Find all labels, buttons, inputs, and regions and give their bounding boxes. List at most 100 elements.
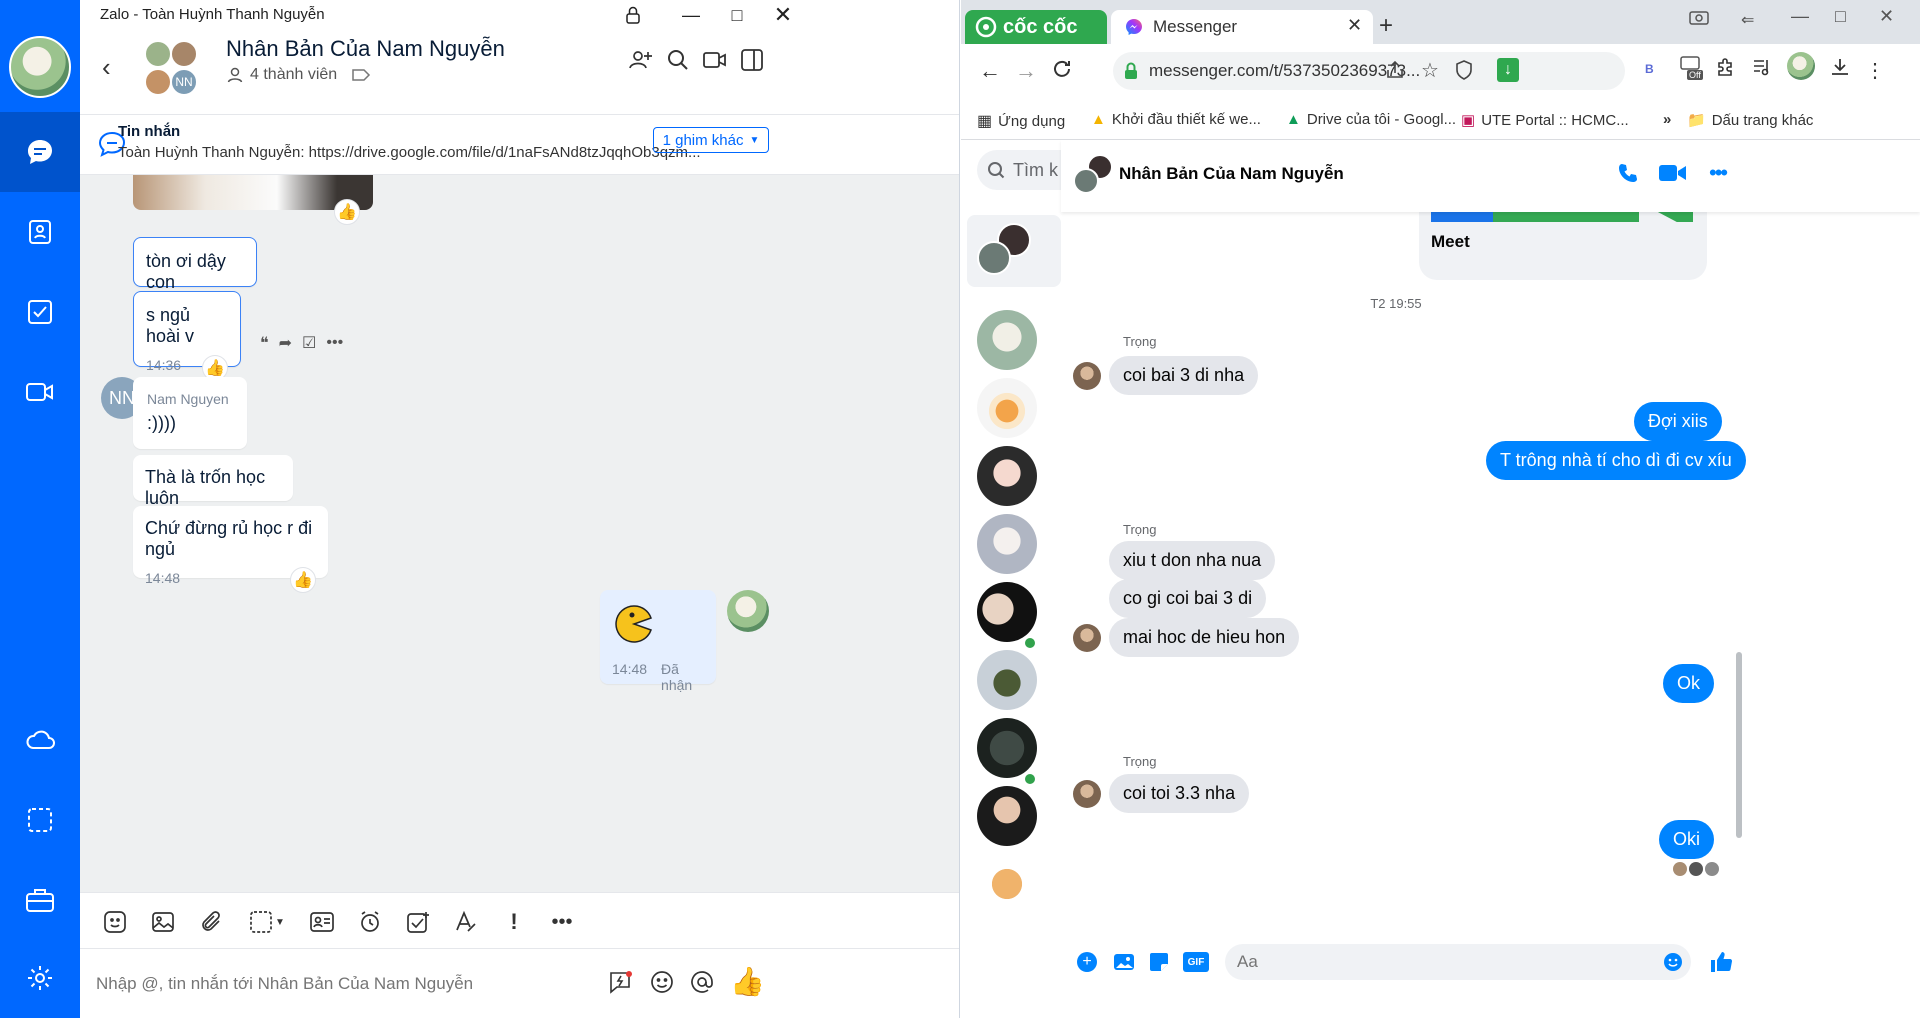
reminder-icon[interactable]: [353, 905, 387, 939]
bookmark-item[interactable]: ▲ Khởi đầu thiết kế we...: [1091, 111, 1261, 128]
bookmarks-overflow[interactable]: »: [1663, 111, 1671, 128]
message-bubble[interactable]: s ngủ hoài v 14:36: [133, 291, 241, 373]
more-icon[interactable]: •••: [326, 334, 343, 352]
conversation-item[interactable]: [977, 446, 1037, 506]
search-icon[interactable]: [666, 48, 690, 77]
close-button[interactable]: ✕: [760, 0, 806, 30]
like-icon[interactable]: 👍: [290, 567, 316, 593]
conversation-info-icon[interactable]: •••: [1709, 160, 1728, 186]
image-icon[interactable]: [146, 905, 180, 939]
screenshot-tool-icon[interactable]: ▼: [242, 905, 292, 939]
bookmark-star-icon[interactable]: ☆: [1421, 58, 1439, 83]
browser-close-button[interactable]: ✕: [1879, 6, 1894, 27]
message-bubble[interactable]: mai hoc de hieu hon: [1109, 618, 1300, 657]
sticker-icon[interactable]: [1149, 952, 1169, 977]
composer-input[interactable]: [1225, 944, 1691, 980]
new-tab-icon[interactable]: +: [1379, 12, 1393, 40]
profile-avatar[interactable]: [1787, 52, 1815, 80]
message-input[interactable]: [96, 967, 596, 1001]
back-icon[interactable]: ‹: [102, 52, 111, 83]
my-avatar[interactable]: [727, 590, 769, 632]
quick-message-icon[interactable]: [608, 969, 634, 1000]
extension-off-icon[interactable]: Off: [1679, 54, 1705, 86]
message-bubble[interactable]: Ok: [1663, 664, 1715, 703]
media-control-icon[interactable]: [1751, 56, 1773, 83]
urgent-icon[interactable]: !: [497, 905, 531, 939]
conversation-item-active[interactable]: [967, 215, 1061, 287]
maximize-button[interactable]: □: [714, 0, 760, 30]
toolbox-icon[interactable]: [0, 860, 80, 940]
sticker-message[interactable]: 14:48 Đã nhận: [600, 590, 716, 693]
conversation-item[interactable]: [977, 310, 1037, 370]
bookmark-item[interactable]: ▲ Drive của tôi - Googl...: [1286, 111, 1456, 128]
contacts-icon[interactable]: [0, 192, 80, 272]
message-bubble[interactable]: coi toi 3.3 nha: [1109, 774, 1250, 813]
message-bubble[interactable]: T trông nhà tí cho dì đi cv xíu: [1486, 441, 1746, 480]
messages-icon[interactable]: [0, 112, 80, 192]
format-text-icon[interactable]: [449, 905, 483, 939]
add-icon[interactable]: +: [1077, 952, 1097, 972]
video-call-icon[interactable]: [0, 352, 80, 432]
screen-capture-icon[interactable]: [1689, 10, 1709, 33]
sender-avatar[interactable]: [1073, 624, 1101, 652]
emoji-icon[interactable]: [649, 969, 675, 1000]
more-pins-button[interactable]: 1 ghim khác ▼: [653, 127, 769, 153]
forward-arrow-icon[interactable]: →: [1015, 58, 1037, 84]
back-tabs-icon[interactable]: ⇐: [1741, 10, 1754, 30]
emoji-icon[interactable]: [1663, 952, 1683, 977]
reload-icon[interactable]: [1051, 58, 1073, 85]
meet-card[interactable]: Meet: [1419, 212, 1707, 280]
sender-avatar[interactable]: [1073, 780, 1101, 808]
conversation-item[interactable]: [977, 786, 1037, 846]
todo-icon[interactable]: [0, 272, 80, 352]
assign-task-icon[interactable]: [401, 905, 435, 939]
conversation-item[interactable]: [977, 650, 1037, 710]
coccoc-logo[interactable]: cốc cốc: [965, 10, 1107, 44]
conversation-title[interactable]: Nhân Bản Của Nam Nguyễn: [1119, 164, 1344, 184]
like-send-icon[interactable]: [1709, 950, 1733, 979]
attachment-icon[interactable]: [194, 905, 228, 939]
lock-icon[interactable]: [610, 0, 656, 30]
user-avatar[interactable]: [9, 36, 71, 98]
download-green-icon[interactable]: ↓: [1497, 58, 1519, 82]
conversation-item[interactable]: [977, 378, 1037, 438]
member-count[interactable]: 4 thành viên: [226, 66, 371, 84]
toggle-info-icon[interactable]: [740, 48, 764, 77]
scrollbar[interactable]: [1736, 652, 1742, 838]
screenshot-icon[interactable]: [0, 780, 80, 860]
group-avatar[interactable]: [1073, 154, 1117, 198]
photo-icon[interactable]: [1113, 952, 1135, 977]
cloud-icon[interactable]: [0, 700, 80, 780]
pinned-bar[interactable]: Tin nhắn Toàn Huỳnh Thanh Nguyễn: https:…: [80, 115, 959, 175]
browser-maximize-button[interactable]: □: [1835, 6, 1846, 27]
extension-b-icon[interactable]: B: [1645, 62, 1654, 76]
sticker-icon[interactable]: [98, 905, 132, 939]
video-camera-icon[interactable]: [1659, 164, 1687, 187]
close-tab-icon[interactable]: ✕: [1347, 15, 1362, 36]
gif-icon[interactable]: GIF: [1183, 952, 1209, 972]
add-member-icon[interactable]: [628, 48, 654, 77]
phone-icon[interactable]: [1617, 162, 1639, 189]
sender-avatar[interactable]: [1073, 362, 1101, 390]
conversation-item[interactable]: [977, 582, 1037, 642]
message-bubble[interactable]: Thà là trốn học luôn: [133, 455, 293, 508]
conversation-item[interactable]: [977, 854, 1037, 914]
conversation-item[interactable]: [977, 514, 1037, 574]
message-bubble[interactable]: Đợi xiis: [1634, 402, 1722, 441]
settings-icon[interactable]: [0, 938, 80, 1018]
share-icon[interactable]: [1385, 60, 1405, 85]
video-icon[interactable]: [702, 48, 728, 77]
message-bubble[interactable]: Oki: [1659, 820, 1714, 859]
message-input[interactable]: [1237, 948, 1617, 976]
more-options-icon[interactable]: •••: [545, 905, 579, 939]
extensions-puzzle-icon[interactable]: [1715, 56, 1737, 83]
message-bubble[interactable]: tòn ơi dậy con: [133, 237, 257, 292]
message-bubble[interactable]: co gi coi bai 3 di: [1109, 579, 1267, 618]
mention-icon[interactable]: [689, 969, 715, 1000]
bookmark-apps[interactable]: ▦ Ứng dụng: [977, 111, 1065, 131]
thumbs-up-icon[interactable]: 👍: [730, 965, 765, 998]
like-icon[interactable]: 👍: [334, 199, 360, 225]
contact-card-icon[interactable]: [305, 905, 339, 939]
back-arrow-icon[interactable]: ←: [979, 58, 1001, 84]
minimize-button[interactable]: —: [668, 0, 714, 30]
